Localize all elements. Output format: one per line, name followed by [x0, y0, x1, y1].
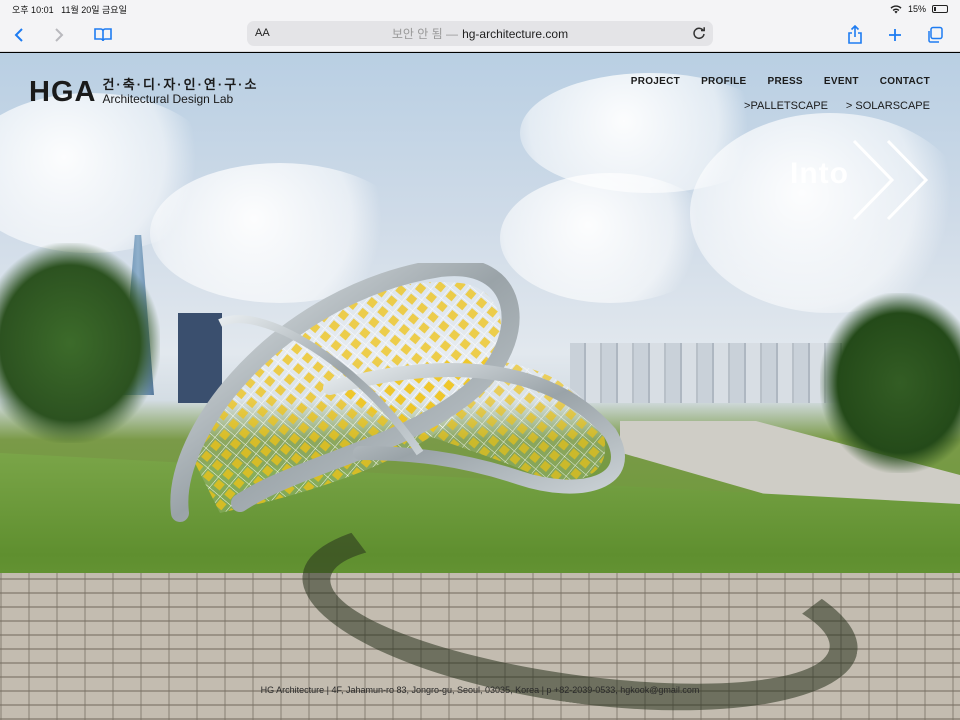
trees: [820, 293, 960, 473]
nav-solarscape[interactable]: > SOLARSCAPE: [846, 100, 930, 112]
nav-palletscape[interactable]: >PALLETSCAPE: [744, 100, 828, 112]
site-logo[interactable]: HGA 건·축·디·자·인·연·구·소 Architectural Design…: [29, 77, 258, 107]
url-text: hg-architecture.com: [462, 26, 569, 41]
share-button[interactable]: [842, 22, 868, 48]
nav-contact[interactable]: CONTACT: [880, 76, 930, 87]
sculpture: [170, 263, 625, 522]
insecure-label: 보안 안 됨 —: [391, 27, 459, 41]
into-button[interactable]: Into: [790, 139, 935, 221]
status-time: 오후 10:01: [12, 4, 54, 15]
trees: [0, 243, 160, 443]
battery-percent: 15%: [907, 4, 926, 14]
reload-icon[interactable]: [691, 25, 707, 41]
browser-toolbar: AA 보안 안 됨 — hg-architecture.com: [0, 18, 960, 52]
address-bar[interactable]: AA 보안 안 됨 — hg-architecture.com: [247, 21, 713, 46]
nav-press[interactable]: PRESS: [768, 76, 803, 87]
battery-icon: [932, 5, 948, 13]
nav-project[interactable]: PROJECT: [631, 76, 680, 87]
logo-mark: HGA: [29, 76, 97, 108]
plus-icon: [889, 29, 901, 41]
logo-text: 건·축·디·자·인·연·구·소 Architectural Design Lab: [102, 77, 259, 107]
bookmarks-button[interactable]: [90, 22, 116, 48]
back-button[interactable]: [6, 22, 32, 48]
status-left: 오후 10:01 11월 20일 금요일: [12, 3, 127, 16]
status-bar: 오후 10:01 11월 20일 금요일 15%: [0, 0, 960, 18]
forward-button[interactable]: [46, 22, 72, 48]
chevron-right-icon: [55, 28, 64, 42]
sub-nav: >PALLETSCAPE > SOLARSCAPE: [744, 100, 930, 112]
wifi-icon: [890, 4, 902, 13]
hero-image: HGA 건·축·디·자·인·연·구·소 Architectural Design…: [0, 53, 960, 720]
tabs-icon: [928, 26, 943, 43]
chevron-left-icon: [14, 28, 23, 42]
site-footer: HG Architecture | 4F, Jahamun-ro 83, Jon…: [260, 685, 700, 695]
tabs-button[interactable]: [922, 22, 948, 48]
into-label: Into: [790, 157, 849, 190]
main-nav: PROJECT PROFILE PRESS EVENT CONTACT: [631, 76, 930, 87]
book-icon: [94, 28, 112, 42]
text-size-button[interactable]: AA: [255, 27, 270, 39]
status-date: 11월 20일 금요일: [61, 4, 127, 15]
double-chevron-right-icon: [852, 139, 929, 221]
new-tab-button[interactable]: [882, 22, 908, 48]
nav-profile[interactable]: PROFILE: [701, 76, 746, 87]
status-right: 15%: [890, 4, 948, 14]
nav-event[interactable]: EVENT: [824, 76, 859, 87]
share-icon: [848, 25, 862, 44]
logo-korean: 건·축·디·자·인·연·구·소: [102, 77, 259, 92]
logo-english: Architectural Design Lab: [102, 92, 234, 106]
